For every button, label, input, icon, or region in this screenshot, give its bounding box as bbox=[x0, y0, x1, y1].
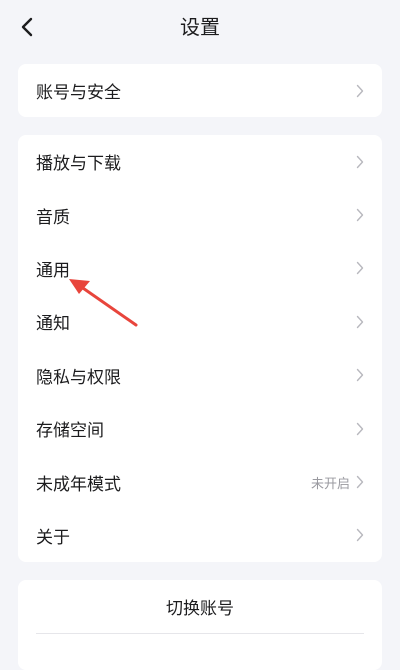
page-title: 设置 bbox=[180, 15, 220, 39]
switch-account-card: 切换账号 bbox=[18, 580, 382, 670]
settings-item-notifications[interactable]: 通知 bbox=[18, 295, 382, 348]
settings-item-audio-quality[interactable]: 音质 bbox=[18, 188, 382, 241]
settings-item-minor-mode[interactable]: 未成年模式 未开启 bbox=[18, 455, 382, 508]
divider bbox=[36, 633, 364, 634]
chevron-right-icon bbox=[356, 422, 364, 435]
chevron-right-icon bbox=[356, 262, 364, 275]
settings-item-playback-download[interactable]: 播放与下载 bbox=[18, 135, 382, 188]
settings-item-label: 关于 bbox=[36, 527, 70, 548]
chevron-right-icon bbox=[356, 84, 364, 97]
settings-item-label: 存储空间 bbox=[36, 421, 104, 442]
settings-item-privacy-permissions[interactable]: 隐私与权限 bbox=[18, 349, 382, 402]
settings-item-label: 账号与安全 bbox=[36, 83, 121, 103]
settings-item-label: 音质 bbox=[36, 207, 70, 228]
settings-item-about[interactable]: 关于 bbox=[18, 509, 382, 562]
header-bar: 设置 bbox=[0, 0, 400, 54]
chevron-right-icon bbox=[356, 369, 364, 382]
status-text: 未开启 bbox=[310, 476, 350, 492]
settings-item-label: 隐私与权限 bbox=[36, 367, 121, 388]
settings-item-account-security[interactable]: 账号与安全 bbox=[18, 64, 382, 117]
switch-account-label: 切换账号 bbox=[166, 599, 234, 619]
switch-account-button[interactable]: 切换账号 bbox=[18, 580, 382, 633]
chevron-right-icon bbox=[356, 529, 364, 542]
settings-item-general[interactable]: 通用 bbox=[18, 242, 382, 295]
chevron-right-icon bbox=[356, 475, 364, 489]
settings-item-label: 未成年模式 bbox=[36, 474, 121, 495]
settings-item-label: 播放与下载 bbox=[36, 154, 121, 175]
chevron-right-icon bbox=[356, 315, 364, 329]
settings-card: 播放与下载 音质 通用 通知 隐私与权限 存储空间 未成年模式 未开启 关于 bbox=[18, 135, 382, 562]
chevron-right-icon bbox=[356, 208, 364, 222]
settings-item-label: 通用 bbox=[36, 260, 70, 281]
settings-item-label: 通知 bbox=[36, 314, 70, 335]
settings-item-storage[interactable]: 存储空间 bbox=[18, 402, 382, 455]
chevron-right-icon bbox=[356, 155, 364, 168]
account-card: 账号与安全 bbox=[18, 64, 382, 117]
